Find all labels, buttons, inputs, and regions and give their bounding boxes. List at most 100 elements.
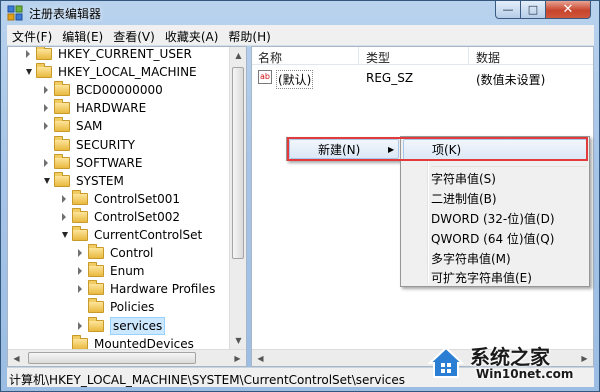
tree-node-label: CurrentControlSet [94, 228, 203, 242]
value-row-default[interactable]: ab (默认) REG_SZ (数值未设置) [258, 69, 588, 89]
expand-arrow-icon[interactable] [44, 158, 48, 167]
menu-favorites[interactable]: 收藏夹(A) [160, 25, 224, 46]
folder-icon [54, 117, 70, 133]
tree-vertical-scrollbar[interactable]: ▲ ▼ [229, 47, 246, 349]
folder-icon [88, 244, 104, 260]
value-data: (数值未设置) [476, 73, 546, 87]
string-value-icon: ab [258, 70, 272, 84]
tree-node[interactable]: SYSTEM [8, 171, 228, 190]
tree-node[interactable]: ControlSet002 [8, 207, 228, 226]
submenu-item-expandable-string[interactable]: 可扩充字符串值(E) [403, 268, 532, 289]
folder-icon [88, 262, 104, 278]
column-name[interactable]: 名称 [258, 49, 282, 66]
folder-icon [72, 226, 88, 241]
expand-arrow-icon[interactable] [44, 122, 48, 131]
folder-icon [36, 47, 52, 60]
column-data[interactable]: 数据 [476, 49, 500, 66]
menu-view[interactable]: 查看(V) [108, 25, 160, 46]
close-button[interactable]: ✕ [545, 1, 591, 19]
tree-node[interactable]: SECURITY [8, 135, 228, 154]
submenu-item-dword[interactable]: DWORD (32-位)值(D) [403, 209, 555, 230]
tree-node[interactable]: SOFTWARE [8, 153, 228, 172]
folder-icon [72, 189, 88, 205]
submenu-item-multi-string[interactable]: 多字符串值(M) [403, 249, 511, 270]
menu-separator [431, 166, 587, 167]
tree-scroll-thumb[interactable] [232, 67, 244, 259]
expand-arrow-icon[interactable] [62, 194, 66, 203]
tree-node-label: ControlSet001 [94, 191, 180, 206]
folder-icon [54, 135, 70, 151]
folder-icon [88, 298, 104, 314]
watermark-title: 系统之家 [470, 345, 550, 369]
tree-node[interactable]: BCD00000000 [8, 81, 228, 99]
folder-icon [54, 81, 70, 97]
tree-node-label: HARDWARE [76, 101, 147, 116]
tree-node-label: SAM [76, 119, 103, 134]
tree-node[interactable]: CurrentControlSet [8, 226, 228, 244]
tree-node[interactable]: Hardware Profiles [8, 280, 228, 298]
tree-node[interactable]: Policies [8, 298, 228, 316]
minimize-button[interactable]: — [495, 1, 521, 19]
column-divider[interactable] [468, 47, 469, 65]
column-type[interactable]: 类型 [366, 49, 390, 66]
expand-arrow-icon[interactable] [26, 50, 30, 58]
scroll-right-icon[interactable]: ▶ [229, 350, 246, 366]
regedit-app-icon [7, 5, 23, 21]
watermark-url: Win10net.com [476, 367, 574, 381]
tree-node[interactable]: Enum [8, 262, 228, 280]
tree-node-label: BCD00000000 [76, 83, 163, 98]
expand-arrow-icon[interactable] [44, 104, 48, 113]
value-type: REG_SZ [366, 71, 414, 85]
tree-node-label: HKEY_CURRENT_USER [58, 47, 192, 61]
menu-edit[interactable]: 编辑(E) [57, 25, 108, 46]
annotation-highlight-box [287, 137, 588, 161]
tree-node[interactable]: HARDWARE [8, 99, 228, 117]
tree-node-label: services [110, 316, 166, 335]
window-title: 注册表编辑器 [29, 7, 102, 21]
scroll-down-icon[interactable]: ▼ [230, 332, 246, 349]
tree-hscroll-thumb[interactable] [28, 352, 196, 364]
submenu-item-qword[interactable]: QWORD (64 位)值(Q) [403, 229, 554, 250]
menu-bar: 文件(F) 编辑(E) 查看(V) 收藏夹(A) 帮助(H) [7, 25, 594, 46]
folder-icon [88, 280, 104, 296]
folder-icon [54, 153, 70, 169]
tree-node[interactable]: HKEY_LOCAL_MACHINE [8, 63, 228, 81]
tree-node-label: SYSTEM [76, 173, 124, 188]
title-bar[interactable]: 注册表编辑器 — □ ✕ [1, 1, 599, 25]
folder-icon [72, 207, 88, 223]
expand-arrow-icon[interactable] [78, 267, 82, 276]
tree-node-label: Hardware Profiles [110, 282, 216, 297]
collapse-arrow-icon[interactable] [62, 232, 68, 238]
expand-arrow-icon[interactable] [78, 285, 82, 294]
submenu-item-string[interactable]: 字符串值(S) [403, 169, 496, 190]
expand-arrow-icon[interactable] [62, 212, 66, 221]
value-name: (默认) [276, 70, 314, 89]
expand-arrow-icon[interactable] [78, 249, 82, 258]
maximize-button[interactable]: □ [520, 1, 546, 19]
house-logo-icon [427, 346, 465, 378]
tree-node-label: Policies [110, 300, 155, 315]
expand-arrow-icon[interactable] [78, 321, 82, 330]
expand-arrow-icon[interactable] [44, 86, 48, 95]
folder-icon [36, 63, 52, 79]
registry-tree[interactable]: HKEY_CURRENT_USER HKEY_LOCAL_MACHINE BCD00… [7, 46, 247, 367]
folder-icon [54, 171, 70, 187]
tree-horizontal-scrollbar[interactable]: ◀ ▶ [8, 349, 246, 366]
tree-node[interactable]: Control [8, 244, 228, 262]
menu-help[interactable]: 帮助(H) [223, 25, 275, 46]
folder-icon [88, 316, 104, 332]
tree-node[interactable]: ControlSet001 [8, 189, 228, 208]
tree-node-label: SOFTWARE [76, 155, 143, 170]
tree-node-label: Enum [110, 264, 145, 279]
collapse-arrow-icon[interactable] [44, 177, 50, 184]
column-divider[interactable] [358, 47, 359, 65]
tree-node[interactable]: SAM [8, 117, 228, 135]
tree-node[interactable]: HKEY_CURRENT_USER [8, 47, 228, 63]
scroll-left-icon[interactable]: ◀ [8, 350, 25, 366]
collapse-arrow-icon[interactable] [26, 69, 32, 76]
scroll-left-icon[interactable]: ◀ [252, 350, 269, 367]
scroll-up-icon[interactable]: ▲ [230, 47, 246, 64]
menu-file[interactable]: 文件(F) [7, 25, 57, 46]
submenu-item-binary[interactable]: 二进制值(B) [403, 189, 497, 210]
tree-node[interactable]: services [8, 316, 228, 335]
